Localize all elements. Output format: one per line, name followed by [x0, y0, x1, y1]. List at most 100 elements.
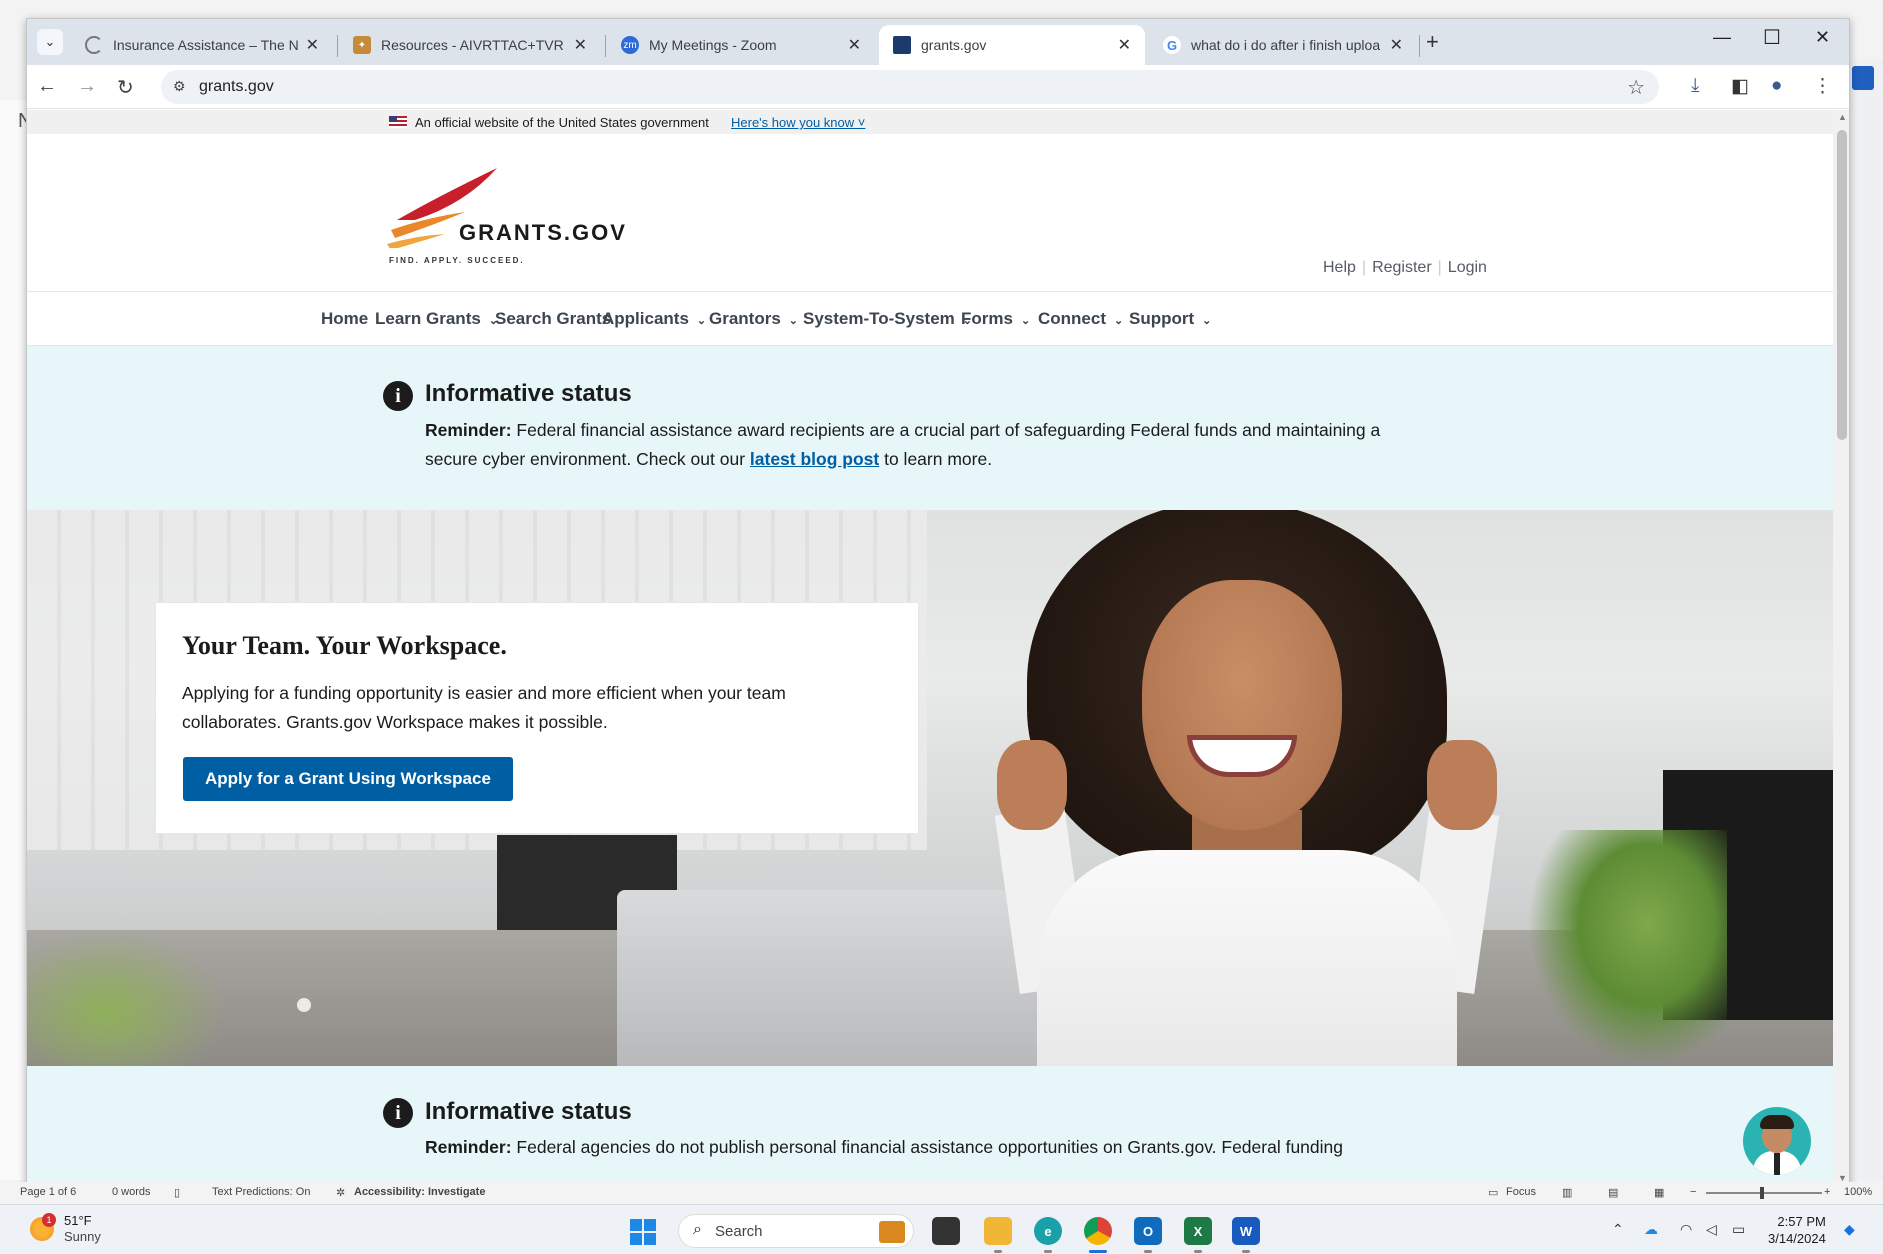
battery-icon[interactable]: ▭	[1732, 1221, 1745, 1238]
google-icon: G	[1163, 36, 1181, 54]
zoom-out-icon[interactable]: −	[1690, 1186, 1696, 1198]
nav-connect[interactable]: Connect ⌄	[1038, 309, 1123, 329]
help-link[interactable]: Help	[1317, 259, 1362, 276]
nav-label: Connect	[1038, 309, 1106, 328]
heres-how-link[interactable]: Here's how you know ˅	[731, 115, 865, 130]
forward-button[interactable]: →	[77, 75, 97, 98]
page-scrollbar[interactable]: ▲ ▼	[1833, 110, 1849, 1185]
nav-search-grants[interactable]: Search Grants	[495, 309, 611, 329]
tab-divider	[337, 35, 338, 57]
profile-icon[interactable]: ●	[1771, 75, 1782, 97]
nav-label: Grantors	[709, 309, 781, 328]
zoom-slider-track[interactable]	[1706, 1192, 1822, 1194]
tab-insurance[interactable]: Insurance Assistance – The NAT ✕	[71, 25, 333, 65]
info-icon: i	[383, 1098, 413, 1128]
nav-forms[interactable]: Forms ⌄	[961, 309, 1030, 329]
bookmark-star-icon[interactable]: ☆	[1627, 75, 1645, 100]
print-layout-icon[interactable]: ▤	[1608, 1186, 1618, 1199]
page-viewport: An official website of the United States…	[27, 110, 1833, 1185]
proofing-icon[interactable]: ▯	[174, 1186, 180, 1199]
close-window-button[interactable]: ✕	[1815, 27, 1830, 48]
volume-icon[interactable]: ◁	[1706, 1221, 1717, 1238]
word-share-button[interactable]	[1852, 66, 1874, 90]
chrome-window: ⌄ Insurance Assistance – The NAT ✕ ✦ Res…	[26, 18, 1850, 1186]
alert-body: Reminder: Federal agencies do not publis…	[425, 1133, 1425, 1162]
nav-label: Support	[1129, 309, 1195, 328]
notification-bell-icon[interactable]: ◆	[1844, 1221, 1855, 1238]
page-count[interactable]: Page 1 of 6	[20, 1186, 76, 1198]
close-tab-icon[interactable]: ✕	[848, 35, 861, 55]
nav-label: Learn Grants	[375, 309, 481, 328]
informative-status-alert: i Informative status Reminder: Federal f…	[27, 346, 1833, 510]
focus-mode-button[interactable]: Focus	[1506, 1186, 1536, 1198]
address-bar[interactable]: ⚙ grants.gov ☆	[161, 70, 1659, 104]
minimize-button[interactable]: —	[1713, 27, 1731, 48]
site-info-icon[interactable]: ⚙	[173, 78, 186, 95]
accessibility-status[interactable]: Accessibility: Investigate	[354, 1186, 485, 1198]
close-tab-icon[interactable]: ✕	[306, 35, 319, 55]
zoom-level[interactable]: 100%	[1844, 1186, 1872, 1198]
app-indicator	[1242, 1250, 1250, 1253]
tab-title: what do i do after i finish uploa	[1191, 37, 1381, 53]
new-tab-button[interactable]: +	[1426, 29, 1439, 55]
accessibility-icon: ✲	[336, 1187, 346, 1199]
edge-icon[interactable]: e	[1034, 1217, 1062, 1245]
scrollbar-thumb[interactable]	[1837, 130, 1847, 440]
taskbar-search[interactable]: ⌕ Search	[678, 1214, 914, 1248]
outlook-icon[interactable]: O	[1134, 1217, 1162, 1245]
close-tab-icon[interactable]: ✕	[1118, 35, 1131, 55]
tab-grants-active[interactable]: grants.gov ✕	[879, 25, 1145, 65]
browser-toolbar: ← → ↻ ⚙ grants.gov ☆ ⤓ ◧ ● ⋮	[27, 65, 1849, 109]
download-icon[interactable]: ⤓	[1691, 75, 1699, 97]
latest-blog-post-link[interactable]: latest blog post	[750, 449, 879, 469]
carousel-dot[interactable]	[297, 998, 311, 1012]
nav-home[interactable]: Home	[321, 309, 368, 329]
tab-resources[interactable]: ✦ Resources - AIVRTTAC+TVR Ins ✕	[339, 25, 601, 65]
zoom-in-icon[interactable]: +	[1824, 1186, 1830, 1198]
menu-kebab-icon[interactable]: ⋮	[1813, 75, 1832, 98]
nav-grantors[interactable]: Grantors ⌄	[709, 309, 798, 329]
text-predictions-status[interactable]: Text Predictions: On	[212, 1186, 310, 1198]
login-link[interactable]: Login	[1442, 259, 1493, 276]
close-tab-icon[interactable]: ✕	[1390, 35, 1403, 55]
tab-google-search[interactable]: G what do i do after i finish uploa ✕	[1149, 25, 1417, 65]
tab-title: grants.gov	[921, 37, 987, 53]
back-button[interactable]: ←	[37, 75, 57, 98]
register-link[interactable]: Register	[1366, 259, 1438, 276]
chrome-icon[interactable]	[1084, 1217, 1112, 1245]
tab-search-button[interactable]: ⌄	[37, 29, 63, 55]
chevron-up-icon[interactable]: ⌃	[1612, 1221, 1624, 1238]
main-navigation: Home Learn Grants ⌄ Search Grants Applica…	[27, 292, 1833, 346]
word-right-edge	[1850, 60, 1883, 1180]
nav-system-to-system[interactable]: System-To-System ⌄	[803, 309, 972, 329]
zoom-slider-thumb[interactable]	[1760, 1187, 1764, 1199]
chatbot-avatar-button[interactable]	[1743, 1107, 1811, 1175]
logo-tagline: FIND. APPLY. SUCCEED.	[389, 256, 525, 265]
excel-icon[interactable]: X	[1184, 1217, 1212, 1245]
windows-start-button[interactable]	[630, 1219, 656, 1245]
close-tab-icon[interactable]: ✕	[574, 35, 587, 55]
maximize-button[interactable]: ☐	[1763, 25, 1781, 50]
nav-applicants[interactable]: Applicants ⌄	[602, 309, 706, 329]
nav-learn-grants[interactable]: Learn Grants ⌄	[375, 309, 498, 329]
grants-logo[interactable]: GRANTS.GOV FIND. APPLY. SUCCEED.	[385, 168, 705, 268]
file-manager-app-icon[interactable]	[932, 1217, 960, 1245]
nav-support[interactable]: Support ⌄	[1129, 309, 1211, 329]
wifi-icon[interactable]: ◠	[1680, 1221, 1692, 1238]
weather-badge: 1	[42, 1213, 56, 1227]
file-explorer-icon[interactable]	[984, 1217, 1012, 1245]
web-layout-icon[interactable]: ▦	[1654, 1186, 1664, 1199]
alert-lead: Reminder:	[425, 1137, 512, 1157]
read-mode-icon[interactable]: ▥	[1562, 1186, 1572, 1199]
apply-workspace-button[interactable]: Apply for a Grant Using Workspace	[183, 757, 513, 801]
system-clock[interactable]: 2:57 PM 3/14/2024	[1768, 1213, 1826, 1247]
side-panel-icon[interactable]: ◧	[1731, 75, 1749, 98]
word-count[interactable]: 0 words	[112, 1186, 151, 1198]
onedrive-cloud-icon[interactable]: ☁	[1644, 1221, 1658, 1238]
tab-zoom[interactable]: zm My Meetings - Zoom ✕	[607, 25, 875, 65]
app-indicator	[994, 1250, 1002, 1253]
word-icon[interactable]: W	[1232, 1217, 1260, 1245]
app-indicator	[1144, 1250, 1152, 1253]
scroll-up-icon[interactable]: ▲	[1838, 112, 1847, 122]
reload-button[interactable]: ↻	[117, 75, 134, 100]
